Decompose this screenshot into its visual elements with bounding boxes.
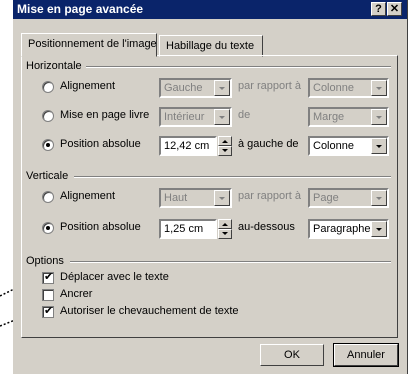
input-value: 1,25 cm	[164, 223, 204, 235]
vertical-absolute-input[interactable]: 1,25 cm	[159, 219, 217, 239]
label-move-with-text: Déplacer avec le texte	[60, 271, 169, 283]
radio-horizontal-alignment[interactable]	[42, 81, 54, 93]
book-layout-reference-select[interactable]: Marge	[308, 107, 389, 127]
radio-horizontal-absolute[interactable]	[42, 139, 54, 151]
horizontal-alignment-select[interactable]: Gauche	[159, 78, 232, 98]
button-label: Annuler	[347, 349, 385, 361]
tab-image-position[interactable]: Positionnement de l'image	[21, 33, 157, 57]
tab-label: Habillage du texte	[166, 40, 255, 52]
label-book-layout: Mise en page livre	[60, 109, 150, 121]
vertical-group-label: Verticale	[26, 170, 69, 182]
checkbox-anchor[interactable]	[42, 289, 54, 301]
relation-label: au-dessous	[238, 221, 295, 233]
relation-label: par rapport à	[238, 80, 301, 92]
select-value: Page	[313, 192, 339, 204]
select-value: Colonne	[313, 82, 354, 94]
advanced-layout-dialog: Mise en page avancée ? ✕ Positionnement …	[13, 0, 408, 374]
select-value: Gauche	[164, 82, 203, 94]
select-value: Intérieur	[164, 111, 205, 123]
book-layout-select[interactable]: Intérieur	[159, 107, 232, 127]
vertical-alignment-reference-select[interactable]: Page	[308, 188, 389, 208]
select-value: Marge	[313, 111, 345, 123]
horizontal-absolute-spinner[interactable]	[218, 136, 232, 156]
select-value: Colonne	[313, 140, 354, 152]
title-bar[interactable]: Mise en page avancée ? ✕	[13, 0, 407, 19]
vertical-alignment-select[interactable]: Haut	[159, 188, 232, 208]
divider	[70, 261, 391, 263]
chevron-down-icon[interactable]	[214, 109, 230, 125]
select-value: Paragraphe	[313, 223, 371, 235]
input-value: 12,42 cm	[164, 140, 210, 152]
help-button[interactable]: ?	[371, 2, 386, 16]
chevron-down-icon[interactable]	[371, 190, 387, 206]
select-value: Haut	[164, 192, 188, 204]
chevron-down-icon[interactable]	[371, 221, 387, 237]
divider	[86, 66, 391, 68]
dialog-title: Mise en page avancée	[17, 2, 144, 16]
divider	[74, 176, 391, 178]
label-vertical-alignment: Alignement	[60, 190, 116, 202]
tab-text-wrapping[interactable]: Habillage du texte	[159, 35, 263, 57]
label-horizontal-alignment: Alignement	[60, 80, 116, 92]
spin-up-icon[interactable]	[218, 219, 232, 229]
ok-button[interactable]: OK	[260, 344, 324, 366]
options-group-label: Options	[26, 255, 64, 267]
chevron-down-icon[interactable]	[371, 109, 387, 125]
label-horizontal-absolute: Position absolue	[60, 138, 141, 150]
radio-vertical-absolute[interactable]	[42, 222, 54, 234]
vertical-absolute-spinner[interactable]	[218, 219, 232, 239]
spin-down-icon[interactable]	[218, 146, 232, 156]
horizontal-absolute-reference-select[interactable]: Colonne	[308, 136, 389, 156]
horizontal-group-label: Horizontale	[26, 60, 82, 72]
chevron-down-icon[interactable]	[371, 80, 387, 96]
spin-down-icon[interactable]	[218, 229, 232, 239]
checkbox-move-with-text[interactable]	[42, 270, 54, 284]
chevron-down-icon[interactable]	[214, 190, 230, 206]
radio-vertical-alignment[interactable]	[42, 191, 54, 203]
checkbox-allow-overlap[interactable]	[42, 304, 54, 318]
relation-label: à gauche de	[238, 138, 299, 150]
label-vertical-absolute: Position absolue	[60, 221, 141, 233]
tab-label: Positionnement de l'image	[28, 38, 157, 50]
cancel-button[interactable]: Annuler	[333, 343, 399, 367]
label-anchor: Ancrer	[60, 288, 93, 300]
relation-label: de	[238, 109, 251, 121]
button-label: OK	[284, 349, 300, 361]
vertical-absolute-reference-select[interactable]: Paragraphe	[308, 219, 389, 239]
horizontal-alignment-reference-select[interactable]: Colonne	[308, 78, 389, 98]
horizontal-absolute-input[interactable]: 12,42 cm	[159, 136, 217, 156]
label-allow-overlap: Autoriser le chevauchement de texte	[60, 305, 239, 317]
chevron-down-icon[interactable]	[371, 138, 387, 154]
tab-panel-image-position: Horizontale Alignement Gauche par rappor…	[21, 55, 398, 338]
chevron-down-icon[interactable]	[214, 80, 230, 96]
close-button[interactable]: ✕	[387, 2, 402, 16]
radio-book-layout[interactable]	[42, 110, 54, 122]
spin-up-icon[interactable]	[218, 136, 232, 146]
relation-label: par rapport à	[238, 190, 301, 202]
